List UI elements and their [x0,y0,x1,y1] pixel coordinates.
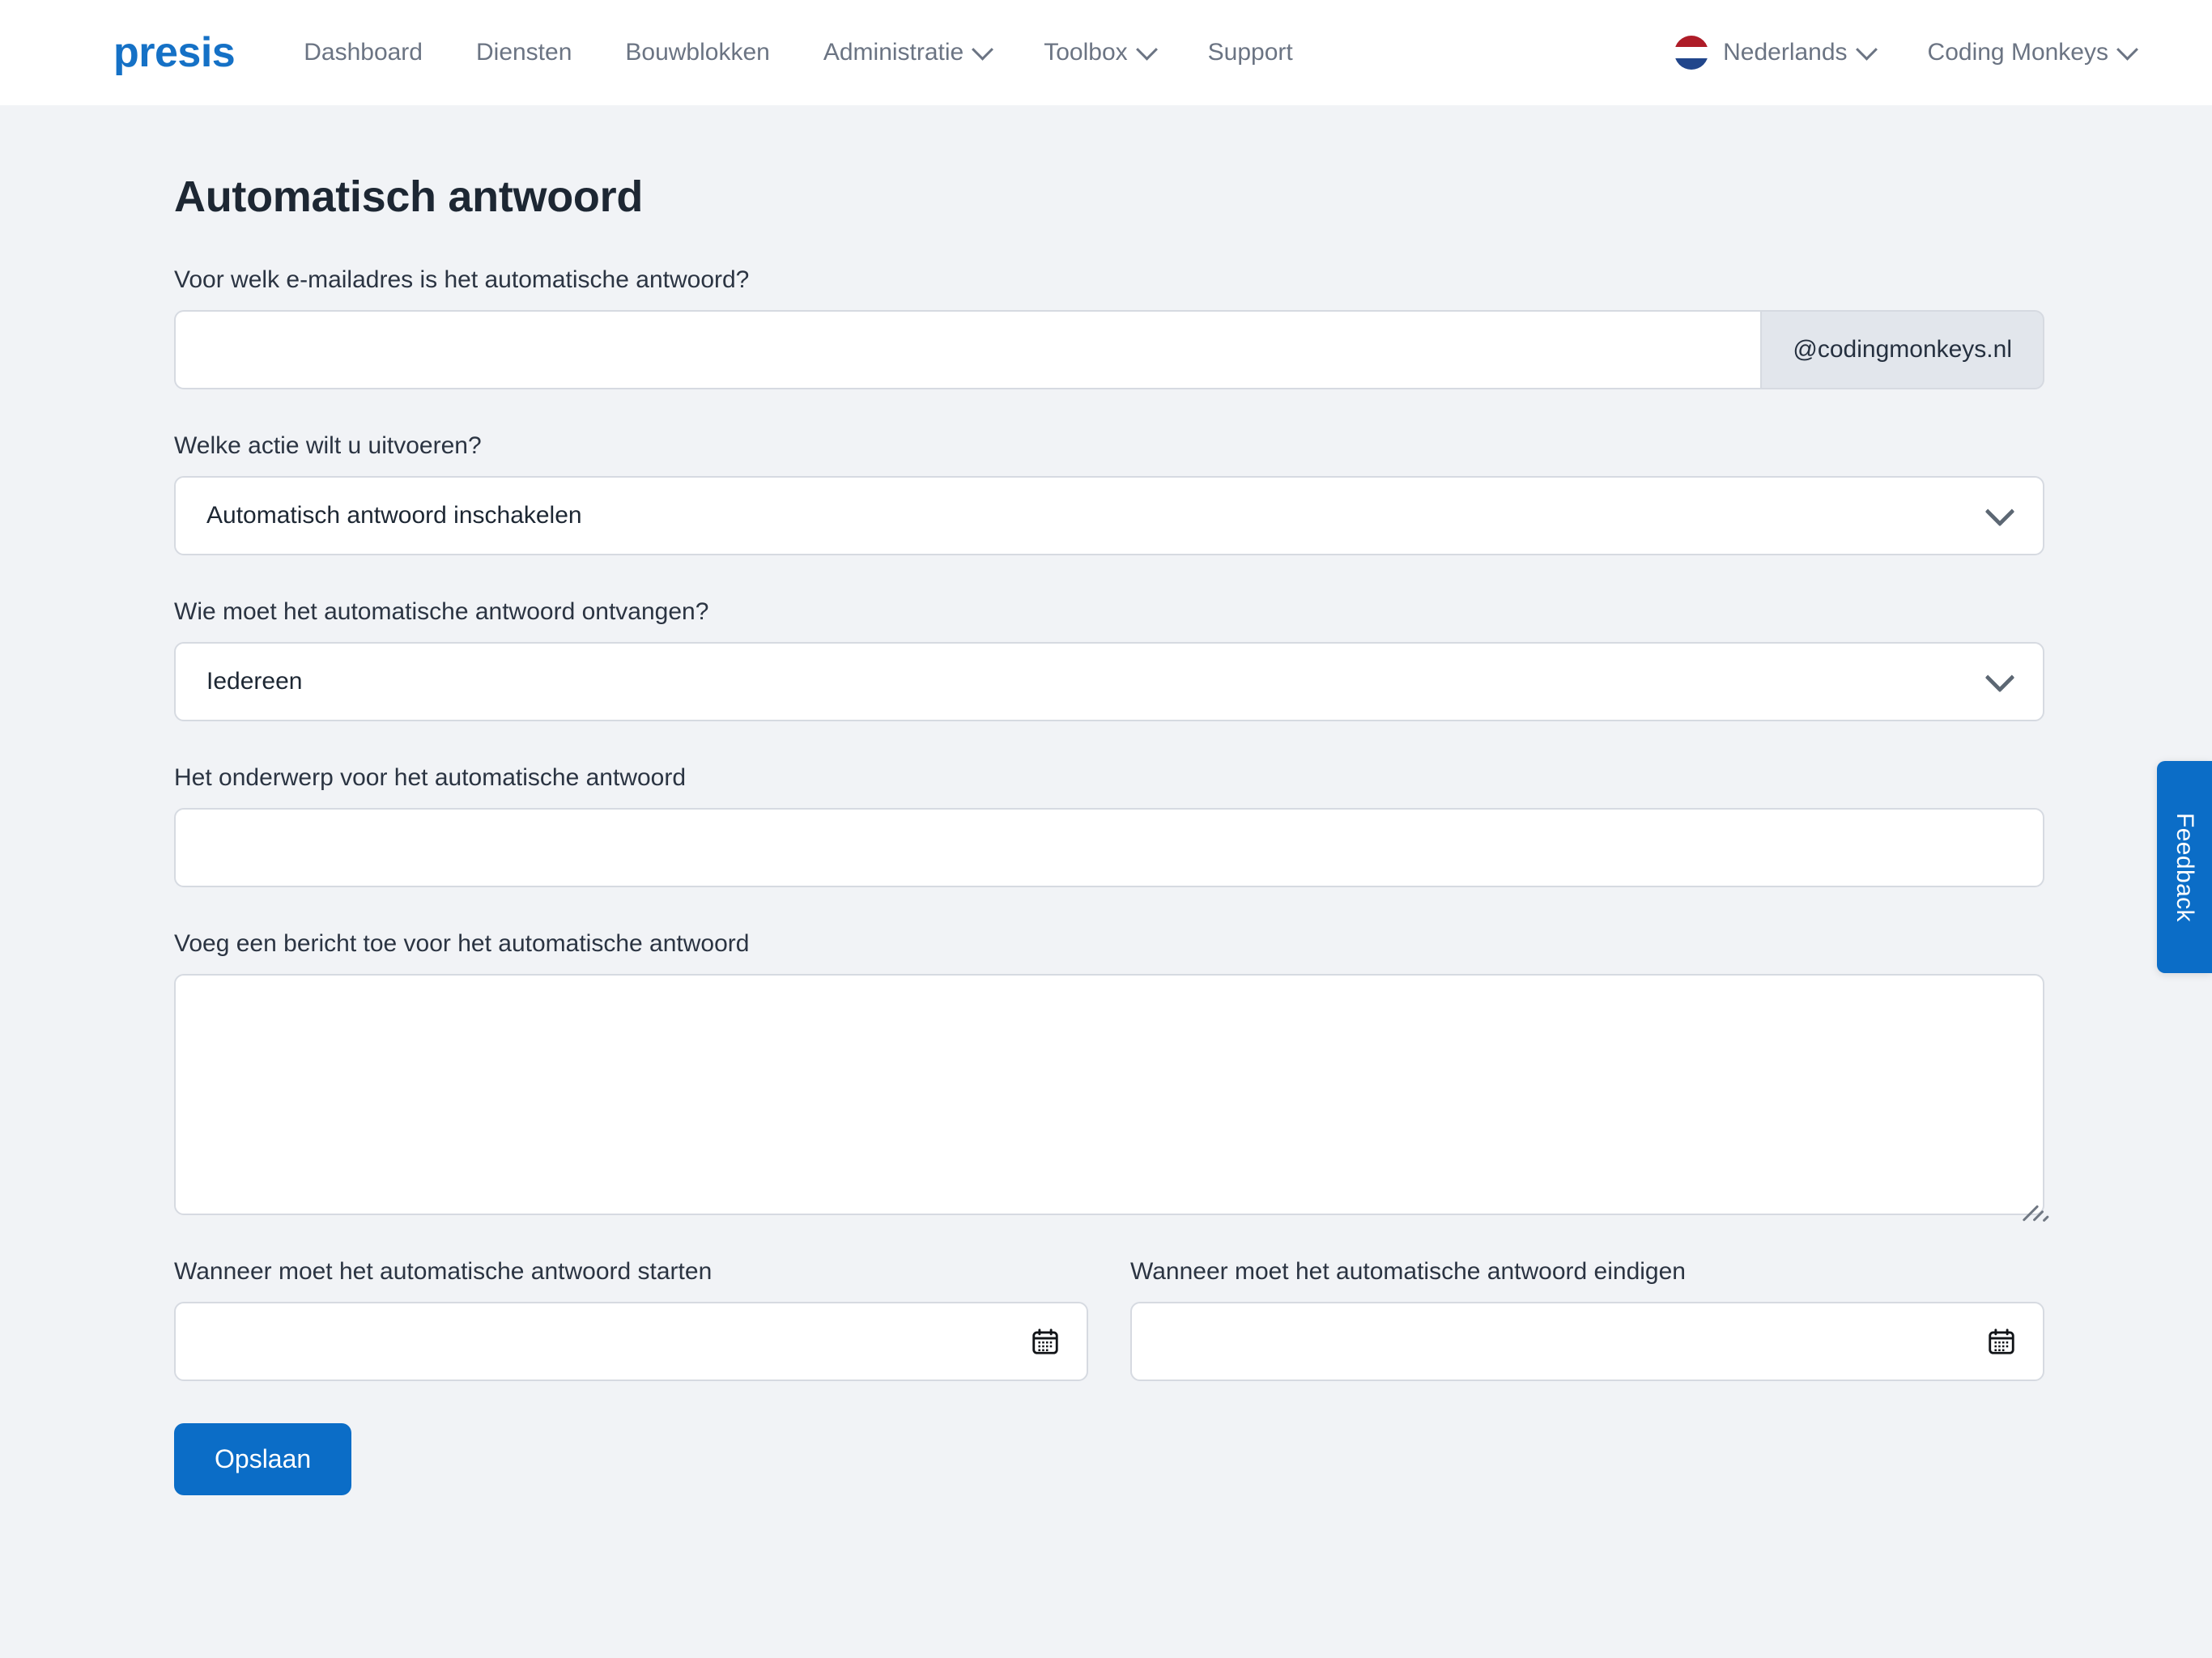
dutch-flag-icon [1674,36,1709,70]
start-date-input[interactable] [174,1302,1088,1381]
chevron-down-icon [972,38,994,61]
save-button[interactable]: Opslaan [174,1423,352,1495]
email-domain-addon: @codingmonkeys.nl [1760,310,2044,389]
chevron-down-icon [2116,38,2138,61]
nav-item-label: Administratie [823,39,964,66]
subject-input[interactable] [174,808,2044,887]
date-range-row: Wanneer moet het automatische antwoord s… [174,1256,2044,1381]
start-date-label: Wanneer moet het automatische antwoord s… [174,1258,713,1285]
action-label: Welke actie wilt u uitvoeren? [174,432,482,459]
account-label: Coding Monkeys [1927,39,2108,66]
subject-label: Het onderwerp voor het automatische antw… [174,764,687,791]
feedback-tab-label: Feedback [2172,812,2198,922]
chevron-down-icon [1855,38,1878,61]
end-date-wrap [1130,1302,2044,1381]
field-email: Voor welk e-mailadres is het automatisch… [174,264,2044,389]
field-end-date: Wanneer moet het automatische antwoord e… [1130,1256,2044,1381]
page-title: Automatisch antwoord [174,172,644,221]
language-label: Nederlands [1723,39,1848,66]
primary-nav: Dashboard Diensten Bouwblokken Administr… [277,31,1648,74]
page-body: Automatisch antwoord Voor welk e-mailadr… [0,105,2212,1658]
nav-item-diensten[interactable]: Diensten [449,31,598,74]
email-label: Voor welk e-mailadres is het automatisch… [174,266,750,293]
field-start-date: Wanneer moet het automatische antwoord s… [174,1256,1088,1381]
nav-item-label: Dashboard [304,39,423,66]
message-label: Voeg een bericht toe voor het automatisc… [174,930,750,957]
field-action: Welke actie wilt u uitvoeren? Automatisc… [174,430,2044,555]
field-recipient: Wie moet het automatische antwoord ontva… [174,596,2044,721]
nav-item-label: Toolbox [1044,39,1128,66]
recipient-select-wrap: Iedereen [174,642,2044,721]
end-date-label: Wanneer moet het automatische antwoord e… [1130,1258,1686,1285]
email-input-group: @codingmonkeys.nl [174,310,2044,389]
nav-item-bouwblokken[interactable]: Bouwblokken [598,31,796,74]
start-date-wrap [174,1302,1088,1381]
email-input[interactable] [174,310,1761,389]
nav-item-label: Diensten [475,39,572,66]
action-select-wrap: Automatisch antwoord inschakelen [174,476,2044,555]
nav-item-support[interactable]: Support [1181,31,1320,74]
nav-item-label: Support [1207,39,1293,66]
message-textarea-wrap [174,974,2049,1222]
action-select[interactable]: Automatisch antwoord inschakelen [174,476,2044,555]
field-subject: Het onderwerp voor het automatische antw… [174,762,2044,887]
recipient-select[interactable]: Iedereen [174,642,2044,721]
nav-item-toolbox[interactable]: Toolbox [1017,31,1180,74]
brand-logo[interactable]: presis [113,32,236,74]
account-menu[interactable]: Coding Monkeys [1901,31,2162,74]
feedback-tab[interactable]: Feedback [2157,761,2212,973]
field-message: Voeg een bericht toe voor het automatisc… [174,928,2049,1222]
top-navbar: presis Dashboard Diensten Bouwblokken Ad… [0,0,2212,105]
nav-item-dashboard[interactable]: Dashboard [277,31,449,74]
message-textarea[interactable] [174,974,2044,1215]
chevron-down-icon [1135,38,1158,61]
end-date-input[interactable] [1130,1302,2044,1381]
navbar-right-group: Nederlands Coding Monkeys [1648,28,2162,78]
nav-item-label: Bouwblokken [625,39,770,66]
recipient-label: Wie moet het automatische antwoord ontva… [174,598,709,625]
nav-item-administratie[interactable]: Administratie [797,31,1017,74]
language-switcher[interactable]: Nederlands [1648,28,1900,78]
form-container: Automatisch antwoord Voor welk e-mailadr… [174,105,2049,1495]
